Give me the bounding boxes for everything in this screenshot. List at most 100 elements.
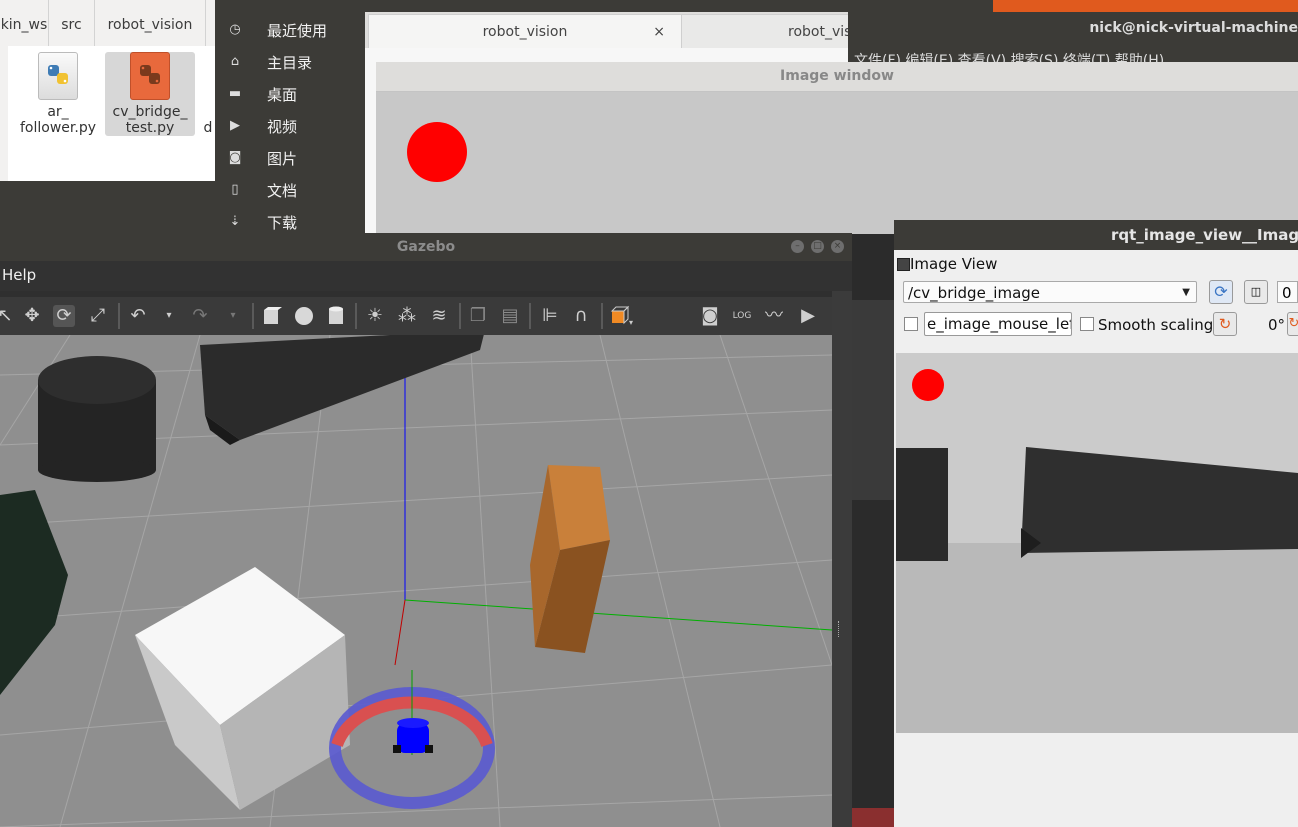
sidebar-item-recent[interactable]: ◷ 最近使用 [215,14,365,46]
copy-icon[interactable]: ❐ [467,305,489,327]
file-name: test.py [125,120,175,136]
menubar: Help [0,261,852,291]
tab-bar: robot_vision × robot_vis [365,12,850,49]
chevron-down-icon: ▼ [1182,287,1190,298]
minimize-icon[interactable]: – [791,240,804,253]
file-name: follower.py [20,120,96,136]
sidebar-item-label: 图片 [267,150,298,168]
rotate-icon[interactable]: ↻ [1213,312,1237,336]
dock-title: Image View [910,255,998,273]
camera-icon: ◙ [228,150,242,165]
smooth-scaling-checkbox[interactable] [1080,317,1094,331]
record-icon[interactable]: ▶ [797,305,819,327]
window-title: nick@nick-virtual-machine [1089,20,1298,36]
side-panel-handle[interactable] [832,291,852,827]
toolbar-separator [601,303,603,329]
sidebar-item-pictures[interactable]: ◙ 图片 [215,142,365,174]
toolbar-separator [459,303,461,329]
zoom-fit-icon[interactable]: ◫ [1244,280,1268,304]
mouse-publish-checkbox[interactable] [904,317,918,331]
spot-light-icon[interactable]: ⁂ [396,305,418,327]
breadcrumb: kin_ws src robot_vision [0,0,215,47]
screenshot-icon[interactable]: ◙ [699,305,721,327]
refresh-icon[interactable]: ⟳ [1209,280,1233,304]
camera-image [896,353,1298,733]
sidebar-item-label: 主目录 [267,54,313,72]
breadcrumb-item[interactable]: src [49,0,95,46]
tab-label: robot_vis [788,24,850,40]
breadcrumb-item[interactable]: robot_vision [95,0,206,46]
align-icon[interactable]: ⊫ [539,305,561,327]
sidebar-item-documents[interactable]: ▯ 文档 [215,174,365,206]
file-item[interactable]: ar_ follower.py [13,52,103,136]
scene-render [0,335,832,827]
point-light-icon[interactable]: ☀ [364,305,386,327]
tab-robot-vision[interactable]: robot_vision × [368,14,682,49]
window-title: rqt_image_view__ImageVi [894,220,1298,250]
status-area [0,181,215,233]
sidebar-item-videos[interactable]: ▶ 视频 [215,110,365,142]
document-icon: ▯ [231,182,239,197]
rotate-icon[interactable]: ⟳ [53,305,75,327]
red-circle [407,122,467,182]
box-icon[interactable] [260,305,282,327]
file-name: ar_ [47,104,69,120]
maximize-icon[interactable]: □ [811,240,824,253]
image-display[interactable] [896,353,1298,733]
3d-viewport[interactable] [0,335,832,827]
python-file-icon [38,52,78,100]
places-sidebar: ◷ 最近使用 ⌂ 主目录 ▬ 桌面 ▶ 视频 ◙ 图片 ▯ 文档 ⇣ 下载 [215,12,365,233]
tab-label: robot_vision [482,24,568,40]
download-icon: ⇣ [229,214,241,229]
home-icon: ⌂ [230,54,240,69]
dock-float-icon[interactable] [897,258,910,271]
breadcrumb-item[interactable]: kin_ws [0,0,49,46]
tab-robot-vision-2[interactable]: robot_vis [681,14,850,48]
splitter-handle[interactable] [838,621,842,637]
sidebar-item-label: 桌面 [267,86,298,104]
file-item-selected[interactable]: cv_bridge_ test.py [105,52,195,136]
select-arrow-icon[interactable]: ↖ [0,305,16,327]
plot-icon[interactable]: 〰 [763,305,785,327]
sidebar-item-label: 下载 [267,214,298,232]
close-icon[interactable]: × [831,240,844,253]
sidebar-item-home[interactable]: ⌂ 主目录 [215,46,365,78]
toolbar-separator [252,303,254,329]
top-accent [993,0,1298,12]
sidebar-item-label: 文档 [267,182,298,200]
translate-icon[interactable]: ✥ [21,305,43,327]
directional-light-icon[interactable]: ≋ [428,305,450,327]
rotate-right-icon[interactable]: ↻ [1287,312,1298,336]
snap-icon[interactable]: ∩ [570,305,592,327]
file-grid: ar_ follower.py cv_bridge_ test.py d [0,46,223,181]
cylinder-icon[interactable] [325,305,347,327]
sphere-icon[interactable] [293,305,315,327]
image-window: Image window [376,62,1298,234]
redo-icon[interactable]: ↷ [189,305,211,327]
video-icon: ▶ [230,118,240,133]
sidebar-item-label: 视频 [267,118,298,136]
sidebar-item-label: 最近使用 [267,22,328,40]
scale-icon[interactable]: ⤢ [87,305,109,327]
close-icon[interactable]: × [653,15,665,49]
smooth-scaling-label: Smooth scaling [1098,316,1214,334]
paste-icon[interactable]: ▤ [499,305,521,327]
toolbar-separator [118,303,120,329]
undo-icon[interactable]: ↶ [127,305,149,327]
menu-help[interactable]: Help [2,266,36,284]
file-name: cv_bridge_ [112,104,188,120]
redo-dropdown-icon[interactable]: ▾ [222,305,244,327]
rotation-label: 0° [1268,316,1286,334]
sidebar-item-desktop[interactable]: ▬ 桌面 [215,78,365,110]
terminal-window: nick@nick-virtual-machine 文件(F) 编辑(E) 查看… [848,12,1298,69]
svg-text:▾: ▾ [629,318,633,327]
toolbar-separator [355,303,357,329]
log-icon[interactable]: LOG [731,305,753,327]
view-angle-icon[interactable]: ▾ [610,305,633,327]
topic-number-field[interactable]: 0 [1277,281,1298,303]
topic-value: /cv_bridge_image [908,284,1041,302]
mouse-topic-input[interactable]: e_image_mouse_left [924,312,1072,336]
desktop-background [852,808,894,827]
topic-select[interactable]: /cv_bridge_image ▼ [903,281,1197,303]
undo-dropdown-icon[interactable]: ▾ [158,305,180,327]
